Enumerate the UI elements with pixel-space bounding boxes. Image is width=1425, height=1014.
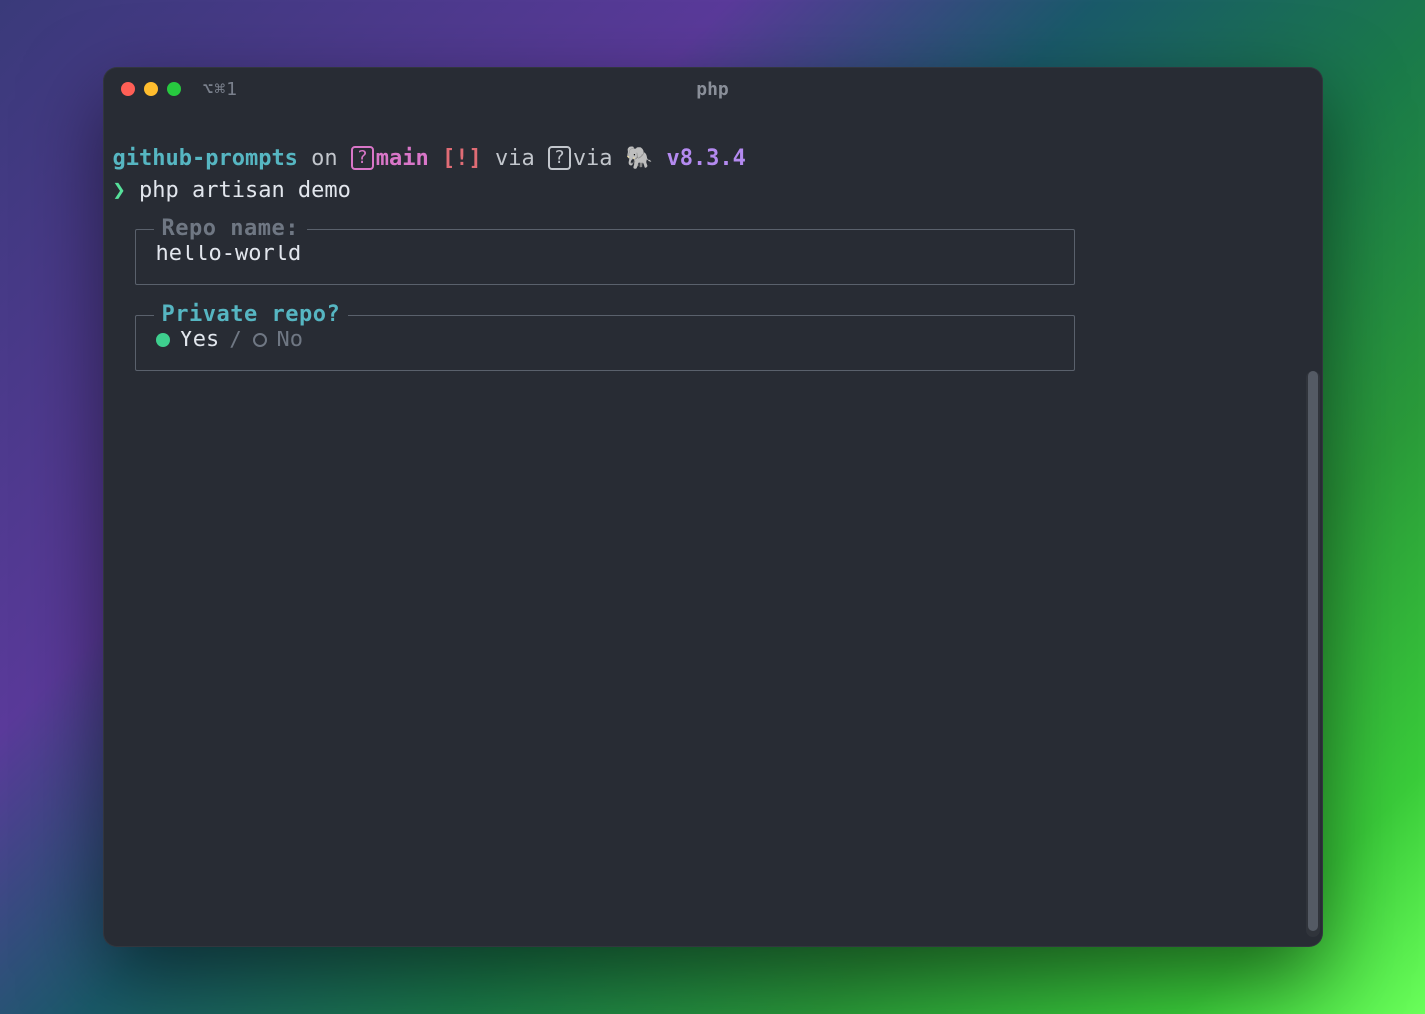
prompt-dirty: [!]: [429, 146, 482, 171]
runtime-icon: ?: [548, 146, 571, 170]
radio-selected-icon[interactable]: [156, 333, 170, 347]
prompt-on: on: [298, 146, 351, 171]
prompt-branch: main: [376, 146, 429, 171]
scrollbar-track[interactable]: [1306, 371, 1320, 937]
maximize-icon[interactable]: [167, 82, 181, 96]
terminal-window: ⌥⌘1 php github-prompts on ?main [!] via …: [103, 67, 1323, 947]
prompt-command: php artisan demo: [126, 178, 351, 203]
prompt-dir: github-prompts: [113, 146, 298, 171]
repo-name-label: Repo name:: [154, 213, 307, 245]
prompt-arrow-icon: ❯: [113, 178, 126, 203]
branch-status-icon: ?: [351, 146, 374, 170]
tab-label[interactable]: ⌥⌘1: [203, 79, 239, 100]
window-title: php: [103, 79, 1323, 100]
private-repo-field[interactable]: Private repo? Yes / No: [135, 315, 1075, 371]
private-repo-label: Private repo?: [154, 299, 349, 331]
prompt-via1: via: [482, 146, 548, 171]
repo-name-field[interactable]: Repo name: hello-world: [135, 229, 1075, 285]
prompt-via2: via: [573, 146, 626, 171]
terminal-body[interactable]: github-prompts on ?main [!] via ?via 🐘 v…: [103, 111, 1323, 947]
scrollbar-thumb[interactable]: [1308, 371, 1318, 931]
prompt-context-line: github-prompts on ?main [!] via ?via 🐘 v…: [113, 143, 1313, 175]
prompt-version: v8.3.4: [653, 146, 746, 171]
prompt-command-line: ❯ php artisan demo: [113, 175, 1313, 207]
titlebar: ⌥⌘1 php: [103, 67, 1323, 111]
elephant-icon: 🐘: [626, 146, 653, 171]
radio-unselected-icon[interactable]: [253, 333, 267, 347]
traffic-lights: [121, 82, 181, 96]
close-icon[interactable]: [121, 82, 135, 96]
minimize-icon[interactable]: [144, 82, 158, 96]
